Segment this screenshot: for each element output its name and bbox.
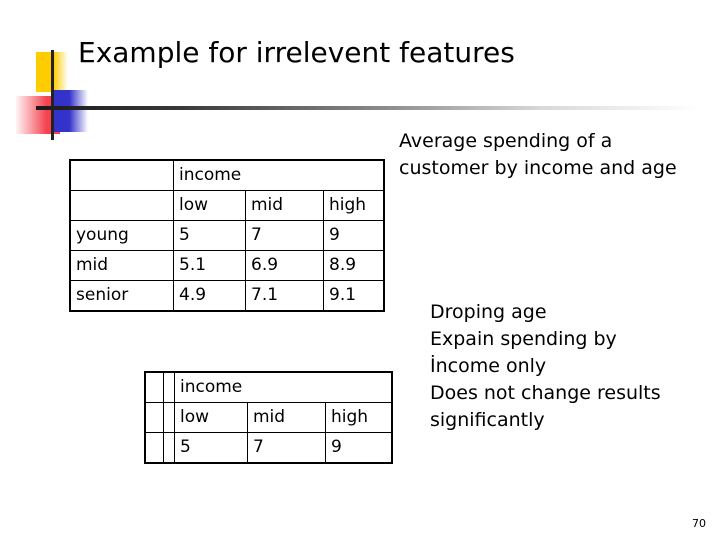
cell-corner-blank <box>70 160 174 191</box>
table-row: low mid high <box>70 190 384 221</box>
cell-value: 7 <box>247 432 326 463</box>
cell-value: 4.9 <box>173 280 246 311</box>
cell-spacer <box>145 372 164 403</box>
cell-row-head-young: young <box>70 220 174 251</box>
cell-value: 7.1 <box>245 280 324 311</box>
cell-spacer <box>163 402 175 433</box>
table-row: income <box>70 160 384 191</box>
cell-value: 9.1 <box>323 280 384 311</box>
cell-value: 9 <box>325 432 392 463</box>
cell-spacer <box>163 432 175 463</box>
table-row: young 5 7 9 <box>70 220 384 251</box>
cell-col-head-low: low <box>174 402 248 433</box>
notes-block: Droping age Expain spending by İncome on… <box>430 299 715 434</box>
notes-line-3: İncome only <box>430 355 547 377</box>
cell-blank <box>70 190 174 221</box>
cell-value: 7 <box>245 220 324 251</box>
cell-value: 5 <box>173 220 246 251</box>
cell-income-header: income <box>174 372 392 403</box>
table-income-only: income low mid high 5 7 9 <box>144 371 393 464</box>
cell-col-head-mid: mid <box>247 402 326 433</box>
page-number: 70 <box>692 517 706 530</box>
title-divider <box>36 106 700 110</box>
cell-col-head-mid: mid <box>245 190 324 221</box>
cell-col-head-high: high <box>323 190 384 221</box>
caption-text: Average spending of a customer by income… <box>399 130 677 179</box>
cell-row-head-mid: mid <box>70 250 174 281</box>
notes-line-1: Droping age <box>430 301 547 323</box>
cell-value: 5.1 <box>173 250 246 281</box>
notes-line-5: significantly <box>430 409 545 431</box>
cell-col-head-high: high <box>325 402 392 433</box>
cell-value: 6.9 <box>245 250 324 281</box>
table-row: low mid high <box>145 402 392 433</box>
notes-line-2: Expain spending by <box>430 328 617 350</box>
cell-spacer <box>163 372 175 403</box>
table-row: mid 5.1 6.9 8.9 <box>70 250 384 281</box>
cell-spacer <box>145 402 164 433</box>
cell-income-header: income <box>173 160 384 191</box>
cell-spacer <box>145 432 164 463</box>
notes-line-4: Does not change results <box>430 382 661 404</box>
table-row: senior 4.9 7.1 9.1 <box>70 280 384 311</box>
table-row: income <box>145 372 392 403</box>
cell-value: 9 <box>323 220 384 251</box>
logo-blue-square <box>54 90 88 132</box>
logo-vertical-line <box>51 50 54 140</box>
caption-block: Average spending of a customer by income… <box>399 128 689 182</box>
cell-row-head-senior: senior <box>70 280 174 311</box>
table-age-income: income low mid high young 5 7 9 mid 5.1 … <box>69 159 385 312</box>
cell-value: 8.9 <box>323 250 384 281</box>
table-row: 5 7 9 <box>145 432 392 463</box>
cell-col-head-low: low <box>173 190 246 221</box>
cell-value: 5 <box>174 432 248 463</box>
page-title: Example for irrelevent features <box>78 36 515 69</box>
